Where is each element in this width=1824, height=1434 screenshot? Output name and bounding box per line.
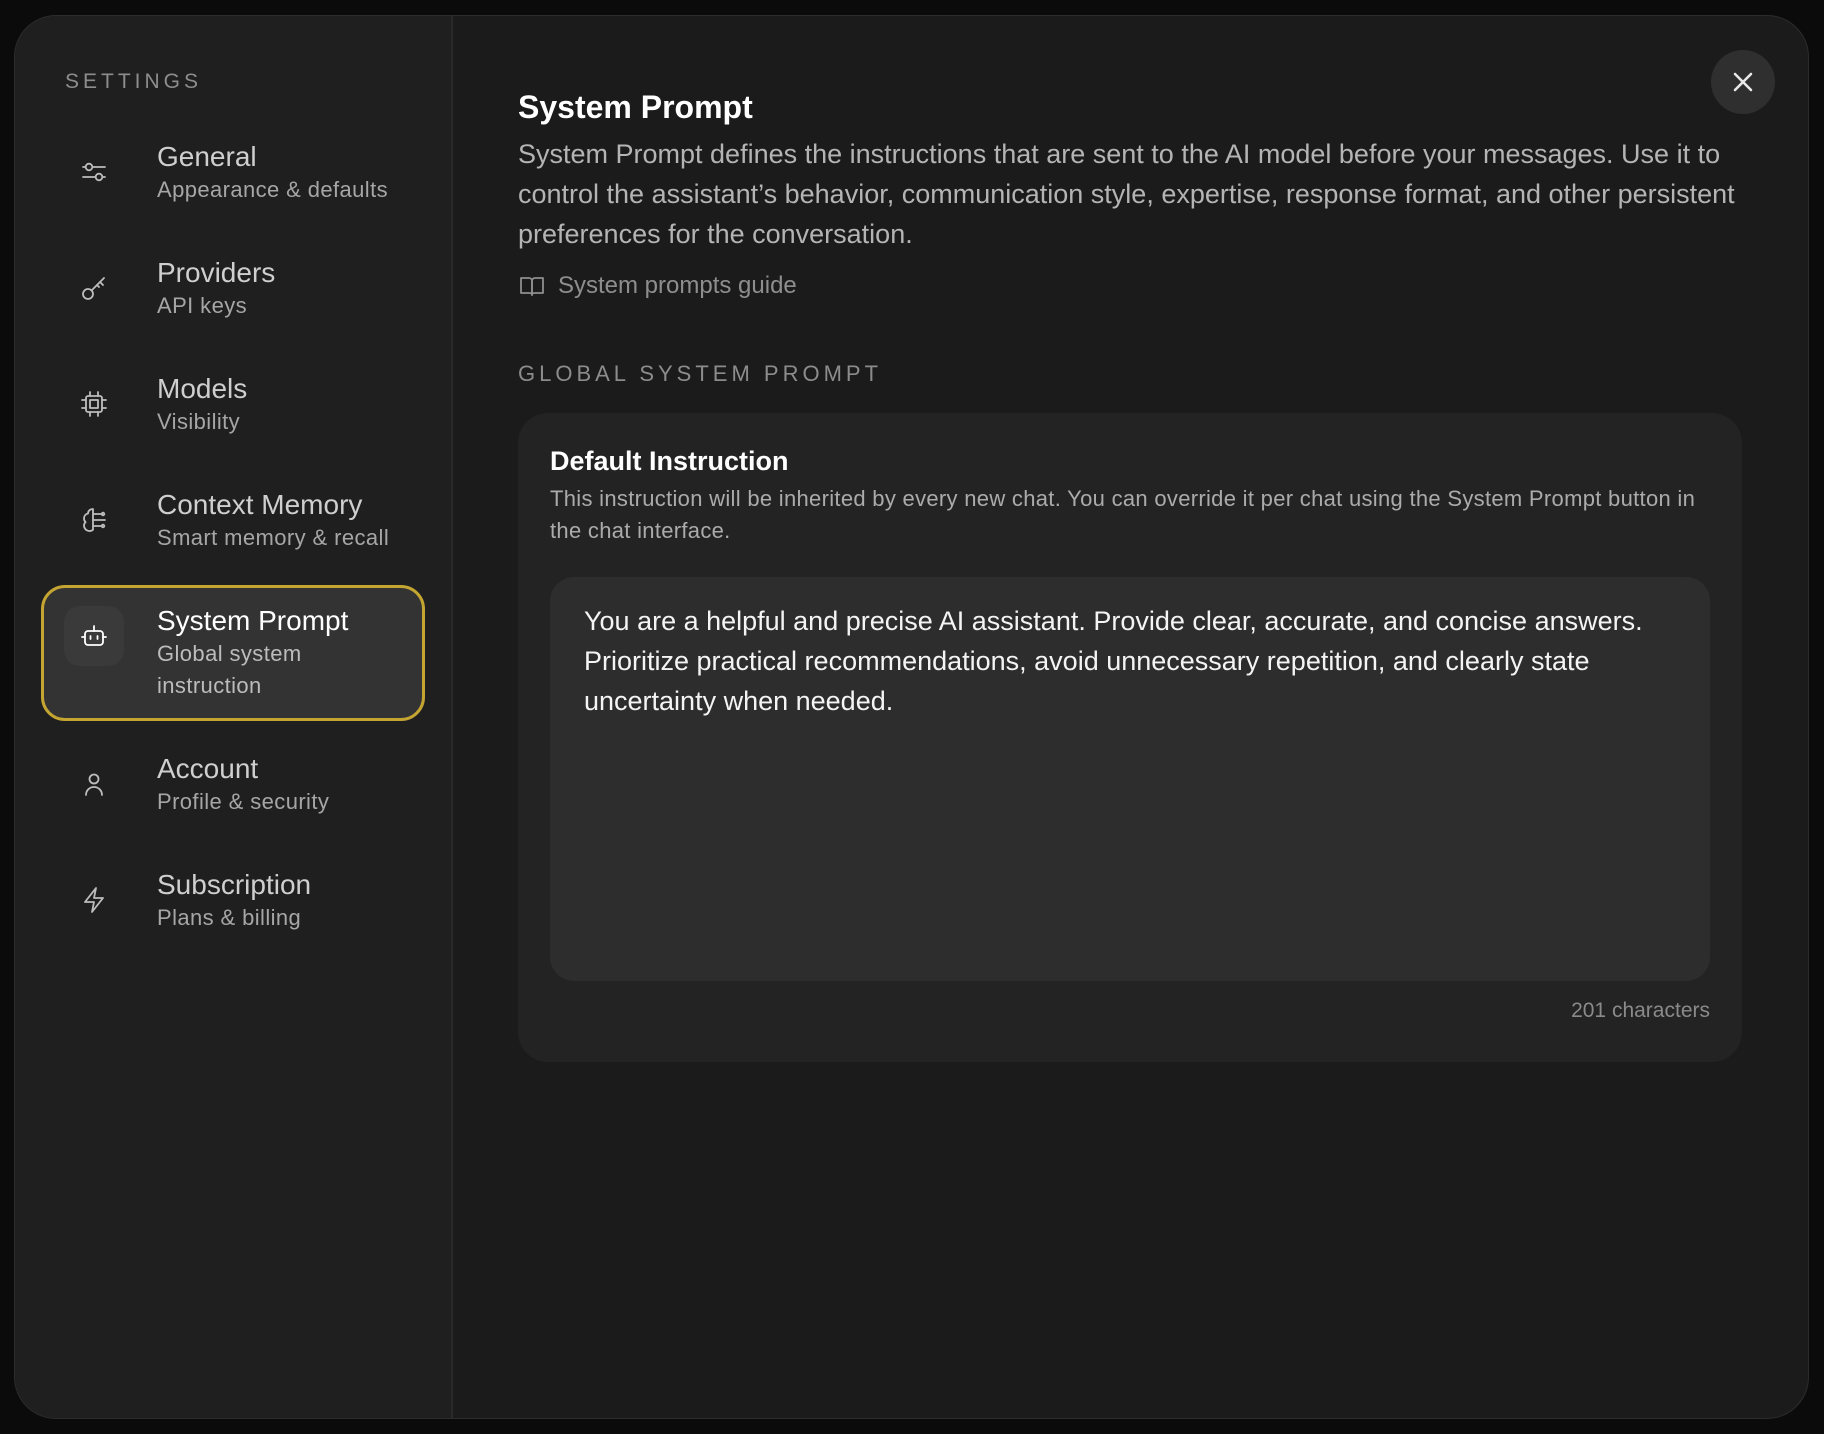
nav-item-subtitle: Plans & billing bbox=[157, 905, 302, 930]
settings-content: System Prompt System Prompt defines the … bbox=[453, 16, 1808, 1418]
sliders-icon bbox=[64, 142, 124, 202]
nav-item-subtitle: Profile & security bbox=[157, 789, 330, 814]
settings-sidebar: SETTINGS General Appearance & defaults P… bbox=[15, 16, 453, 1418]
close-button[interactable] bbox=[1711, 50, 1775, 114]
card-title: Default Instruction bbox=[550, 446, 789, 476]
close-icon bbox=[1733, 72, 1753, 92]
nav-item-title: Providers bbox=[157, 257, 276, 288]
nav-item-subtitle: Appearance & defaults bbox=[157, 177, 388, 202]
nav-item-subscription[interactable]: Subscription Plans & billing bbox=[41, 849, 425, 953]
nav-item-account[interactable]: Account Profile & security bbox=[41, 733, 425, 837]
default-instruction-card: Default Instruction This instruction wil… bbox=[518, 413, 1742, 1062]
nav-item-general[interactable]: General Appearance & defaults bbox=[41, 121, 425, 225]
character-count: 201 characters bbox=[1571, 999, 1710, 1022]
nav-item-providers[interactable]: Providers API keys bbox=[41, 237, 425, 341]
nav-item-models[interactable]: Models Visibility bbox=[41, 353, 425, 457]
nav-item-title: System Prompt bbox=[157, 605, 349, 636]
section-label: GLOBAL SYSTEM PROMPT bbox=[518, 361, 883, 386]
sidebar-heading: SETTINGS bbox=[65, 70, 203, 93]
nav-item-title: Context Memory bbox=[157, 489, 363, 520]
nav-item-title: General bbox=[157, 141, 257, 172]
lightning-icon bbox=[64, 870, 124, 930]
card-description: This instruction will be inherited by ev… bbox=[550, 486, 1696, 543]
brain-icon bbox=[64, 490, 124, 550]
nav-item-subtitle: Smart memory & recall bbox=[157, 525, 390, 550]
nav-item-title: Subscription bbox=[157, 869, 312, 900]
settings-nav: General Appearance & defaults Providers … bbox=[15, 121, 451, 953]
page-description: System Prompt defines the instructions t… bbox=[518, 139, 1735, 249]
page-title: System Prompt bbox=[518, 89, 753, 125]
nav-item-subtitle: Visibility bbox=[157, 409, 241, 434]
settings-modal: SETTINGS General Appearance & defaults P… bbox=[14, 15, 1809, 1419]
nav-item-title: Account bbox=[157, 753, 259, 784]
user-icon bbox=[64, 754, 124, 814]
nav-item-title: Models bbox=[157, 373, 248, 404]
key-icon bbox=[64, 258, 124, 318]
chip-icon bbox=[64, 374, 124, 434]
system-prompt-textarea[interactable]: You are a helpful and precise AI assista… bbox=[550, 577, 1710, 981]
nav-item-subtitle: API keys bbox=[157, 293, 248, 318]
nav-item-context-memory[interactable]: Context Memory Smart memory & recall bbox=[41, 469, 425, 573]
guide-link-label: System prompts guide bbox=[558, 272, 797, 299]
system-prompts-guide-link[interactable]: System prompts guide bbox=[518, 272, 797, 300]
nav-item-subtitle: Global system instruction bbox=[157, 641, 302, 698]
nav-item-system-prompt[interactable]: System Prompt Global system instruction bbox=[41, 585, 425, 721]
bot-icon bbox=[64, 606, 124, 666]
book-icon bbox=[520, 277, 544, 296]
